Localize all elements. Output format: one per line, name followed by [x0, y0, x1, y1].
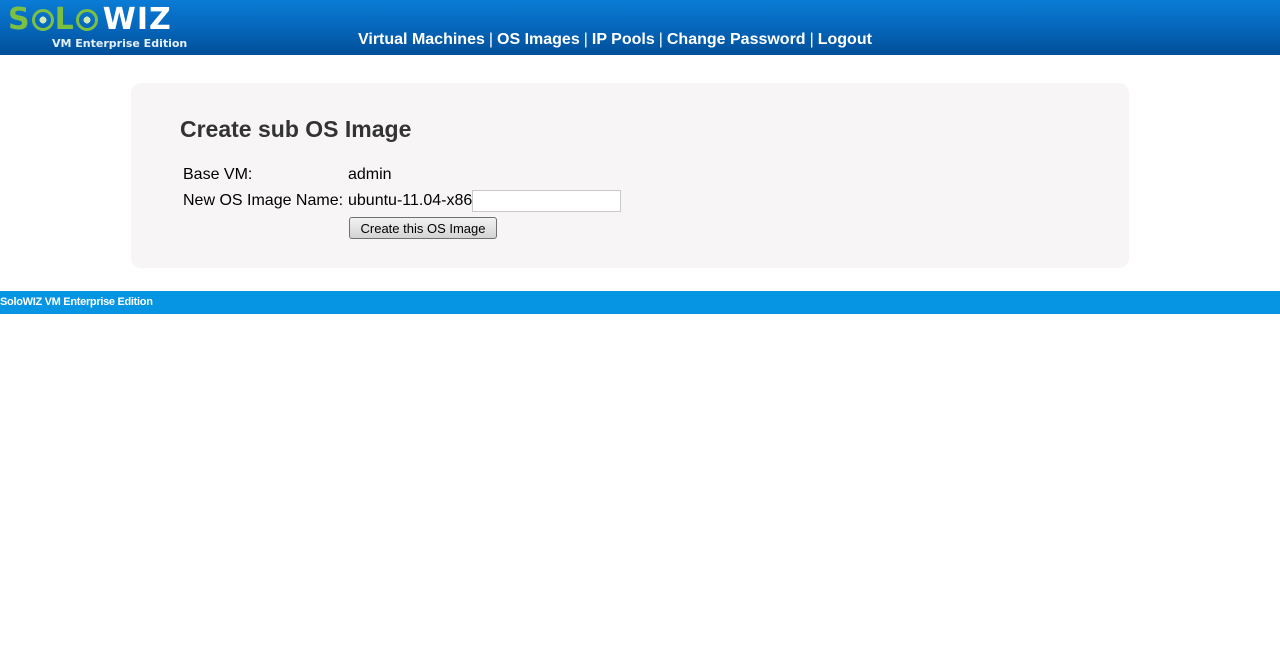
logo-o-glyph — [31, 9, 54, 31]
logo-o-glyph — [75, 9, 98, 31]
logo-wordmark: S L WIZ — [8, 3, 172, 37]
logo-wiz-text: WIZ — [102, 2, 172, 37]
nav-separator: | — [488, 31, 494, 48]
page-title: Create sub OS Image — [180, 116, 412, 142]
new-image-name-label: New OS Image Name: — [183, 192, 344, 209]
logo-subtitle: VM Enterprise Edition — [52, 37, 188, 50]
nav-change-password[interactable]: Change Password — [667, 31, 806, 48]
nav-virtual-machines[interactable]: Virtual Machines — [358, 31, 485, 48]
nav-separator: | — [658, 31, 663, 48]
footer-bar: SoloWIZ VM Enterprise Edition — [0, 291, 1280, 314]
nav-os-images[interactable]: OS Images — [497, 31, 580, 48]
nav-separator: | — [809, 31, 814, 48]
base-vm-label: Base VM: — [183, 166, 253, 183]
top-header: S L WIZ VM Enterprise Edition Virtual Mach… — [0, 0, 1280, 55]
new-image-name-prefix: ubuntu-11.04-x86- — [348, 192, 478, 209]
create-os-image-button[interactable]: Create this OS Image — [349, 217, 497, 239]
solowiz-logo: S L WIZ VM Enterprise Edition — [8, 3, 187, 53]
main-nav: Virtual Machines | OS Images | IP Pools | Chan… — [358, 31, 872, 49]
create-os-image-panel: Create sub OS Image Base VM: admin New O… — [131, 83, 1129, 268]
new-image-name-input[interactable] — [472, 190, 621, 212]
nav-separator: | — [583, 31, 588, 48]
logo-solo-text: SL — [8, 2, 99, 37]
nav-logout[interactable]: Logout — [818, 31, 872, 48]
nav-ip-pools[interactable]: IP Pools — [592, 31, 655, 48]
base-vm-value: admin — [348, 166, 392, 183]
footer-text: SoloWIZ VM Enterprise Edition — [0, 296, 153, 308]
